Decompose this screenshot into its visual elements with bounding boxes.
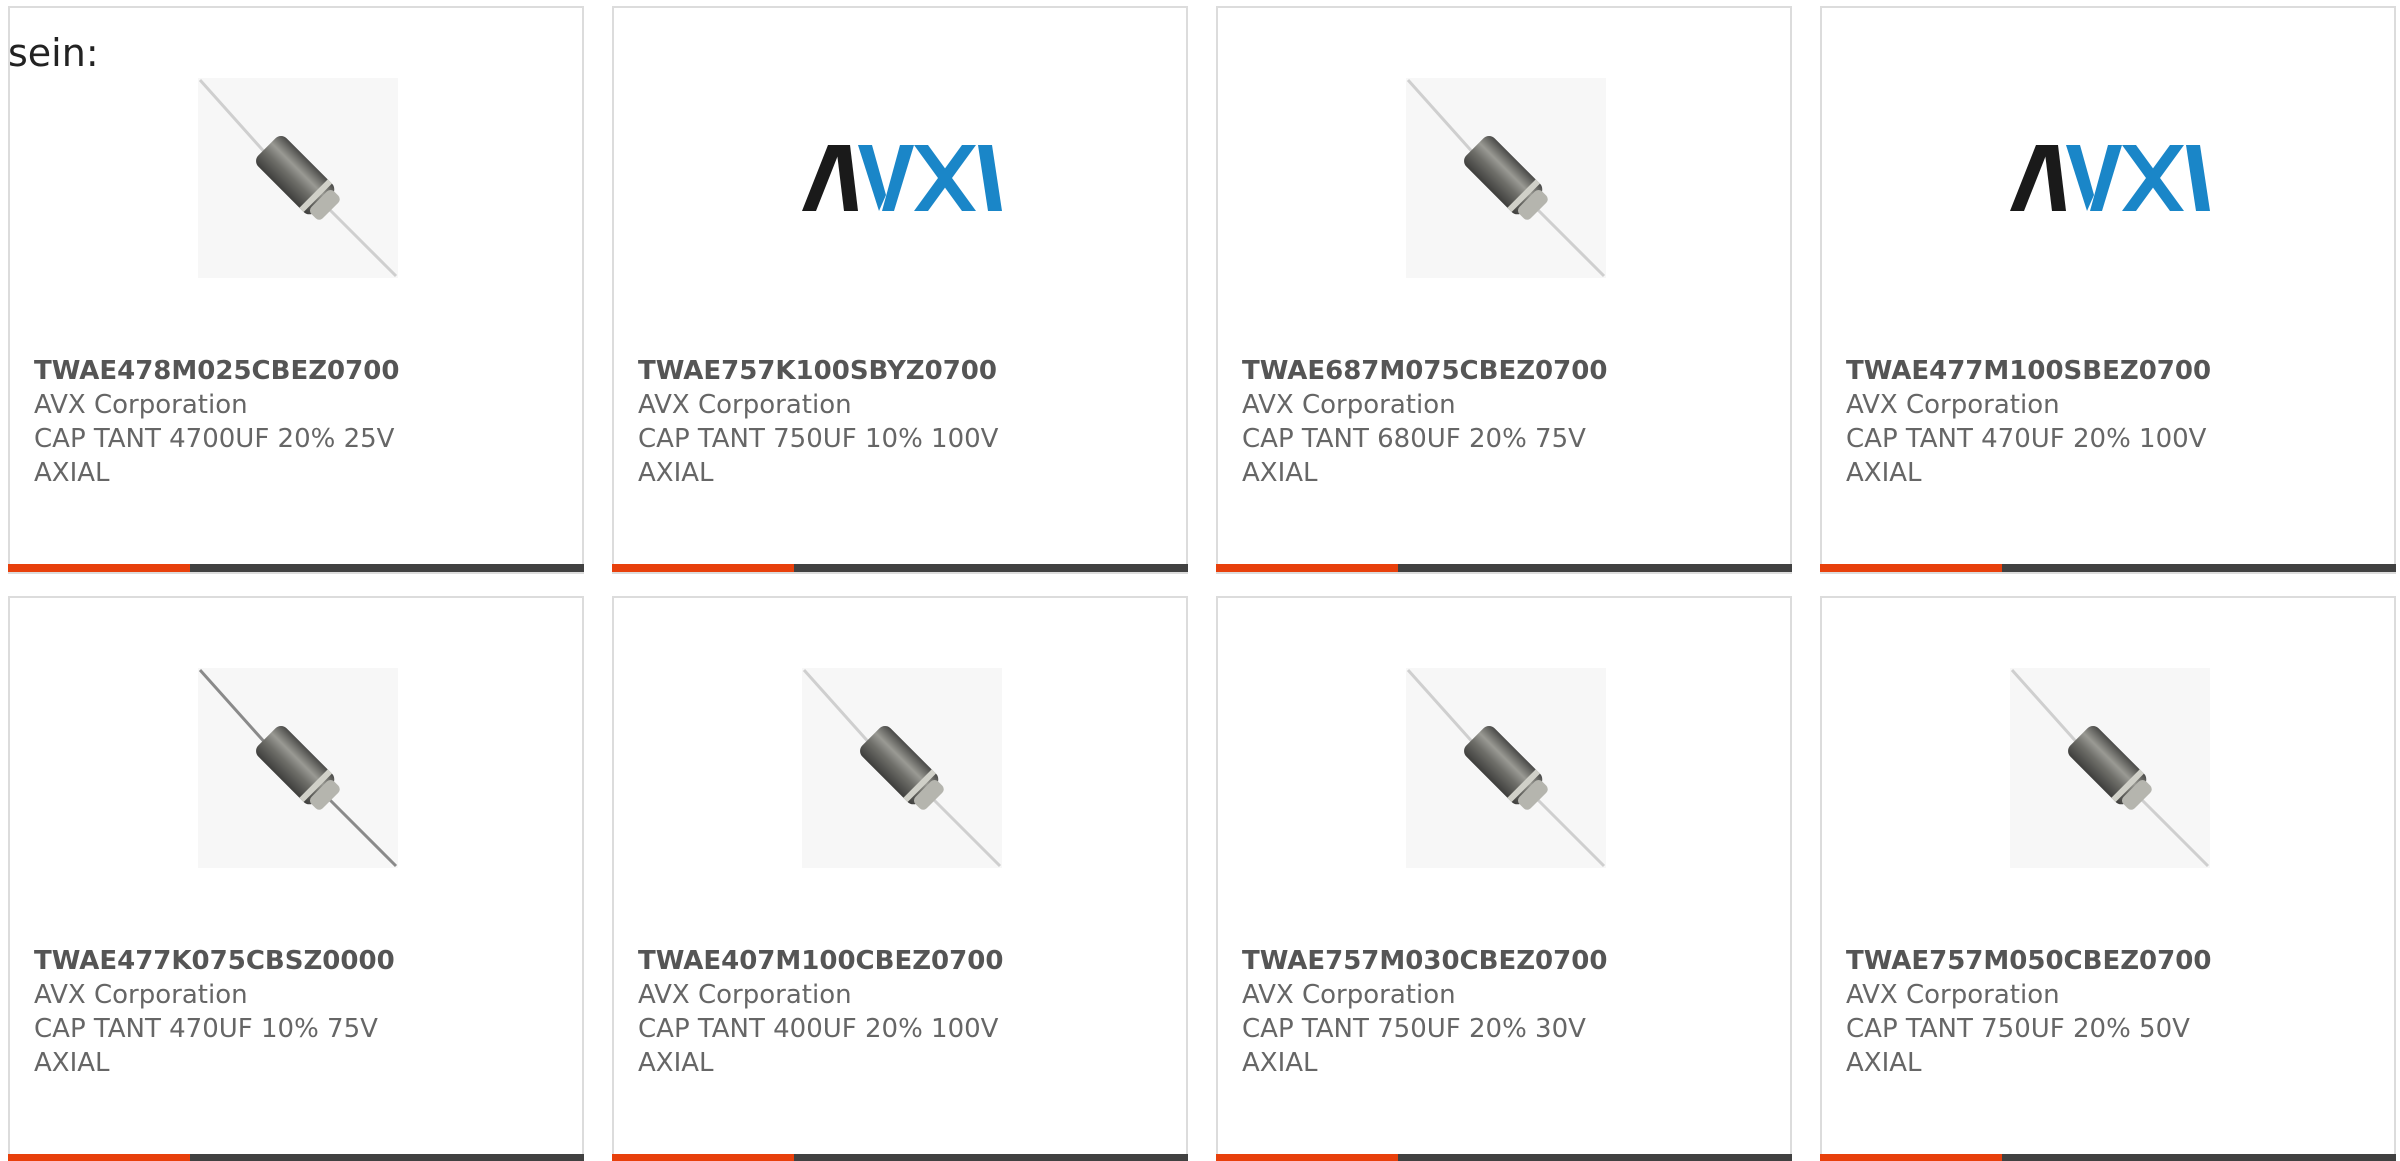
axial-capacitor-image [1406, 668, 1606, 868]
product-description: CAP TANT 470UF 10% 75V AXIAL [34, 1014, 378, 1078]
product-card[interactable]: TWAE478M025CBEZ0700 AVX Corporation CAP TA… [8, 6, 584, 574]
card-accent-stripe [1216, 1154, 1398, 1161]
product-info: TWAE757M030CBEZ0700 AVX Corporation CAP TA… [1242, 944, 1642, 1080]
manufacturer-name: AVX Corporation [638, 390, 852, 420]
card-footer-bar [1216, 1154, 1792, 1161]
product-image[interactable] [198, 668, 398, 868]
card-footer-bar [1820, 1154, 2396, 1161]
product-info: TWAE407M100CBEZ0700 AVX Corporation CAP TA… [638, 944, 1038, 1080]
product-image[interactable] [198, 78, 398, 278]
card-footer-bar [1820, 564, 2396, 572]
product-info: TWAE757M050CBEZ0700 AVX Corporation CAP TA… [1846, 944, 2246, 1080]
product-info: TWAE687M075CBEZ0700 AVX Corporation CAP TA… [1242, 354, 1642, 490]
product-description: CAP TANT 750UF 10% 100V AXIAL [638, 424, 999, 488]
product-description: CAP TANT 400UF 20% 100V AXIAL [638, 1014, 999, 1078]
axial-capacitor-image [198, 78, 398, 278]
card-footer-bar [8, 1154, 584, 1161]
product-image[interactable] [2010, 78, 2210, 278]
part-number-link[interactable]: TWAE757K100SBYZ0700 [638, 354, 1038, 388]
card-accent-stripe [612, 1154, 794, 1161]
product-description: CAP TANT 750UF 20% 50V AXIAL [1846, 1014, 2190, 1078]
product-card[interactable]: TWAE407M100CBEZ0700 AVX Corporation CAP TA… [612, 596, 1188, 1161]
avx-logo [2010, 145, 2210, 211]
manufacturer-name: AVX Corporation [1846, 980, 2060, 1010]
part-number-link[interactable]: TWAE477K075CBSZ0000 [34, 944, 434, 978]
part-number-link[interactable]: TWAE407M100CBEZ0700 [638, 944, 1038, 978]
card-accent-stripe [1820, 564, 2002, 572]
card-footer-bar [1216, 564, 1792, 572]
axial-capacitor-image [2010, 668, 2210, 868]
manufacturer-name: AVX Corporation [1242, 390, 1456, 420]
product-card[interactable]: TWAE687M075CBEZ0700 AVX Corporation CAP TA… [1216, 6, 1792, 574]
product-card[interactable]: TWAE757M030CBEZ0700 AVX Corporation CAP TA… [1216, 596, 1792, 1161]
manufacturer-name: AVX Corporation [1242, 980, 1456, 1010]
product-image[interactable] [802, 78, 1002, 278]
manufacturer-name: AVX Corporation [34, 980, 248, 1010]
intro-text: sein: [8, 31, 99, 75]
product-info: TWAE477M100SBEZ0700 AVX Corporation CAP TA… [1846, 354, 2246, 490]
part-number-link[interactable]: TWAE477M100SBEZ0700 [1846, 354, 2246, 388]
card-accent-stripe [1216, 564, 1398, 572]
product-card[interactable]: TWAE477M100SBEZ0700 AVX Corporation CAP TA… [1820, 6, 2396, 574]
product-description: CAP TANT 470UF 20% 100V AXIAL [1846, 424, 2207, 488]
axial-capacitor-image [802, 668, 1002, 868]
product-description: CAP TANT 4700UF 20% 25V AXIAL [34, 424, 395, 488]
product-description: CAP TANT 680UF 20% 75V AXIAL [1242, 424, 1586, 488]
product-card[interactable]: TWAE757M050CBEZ0700 AVX Corporation CAP TA… [1820, 596, 2396, 1161]
card-footer-bar [612, 564, 1188, 572]
product-image[interactable] [2010, 668, 2210, 868]
product-info: TWAE757K100SBYZ0700 AVX Corporation CAP TA… [638, 354, 1038, 490]
axial-capacitor-image [1406, 78, 1606, 278]
product-image[interactable] [1406, 78, 1606, 278]
part-number-link[interactable]: TWAE687M075CBEZ0700 [1242, 354, 1642, 388]
card-accent-stripe [8, 564, 190, 572]
part-number-link[interactable]: TWAE757M030CBEZ0700 [1242, 944, 1642, 978]
manufacturer-name: AVX Corporation [1846, 390, 2060, 420]
product-card[interactable]: TWAE477K075CBSZ0000 AVX Corporation CAP TA… [8, 596, 584, 1161]
manufacturer-name: AVX Corporation [638, 980, 852, 1010]
card-accent-stripe [1820, 1154, 2002, 1161]
part-number-link[interactable]: TWAE757M050CBEZ0700 [1846, 944, 2246, 978]
avx-logo [802, 145, 1002, 211]
card-accent-stripe [612, 564, 794, 572]
axial-capacitor-image [198, 668, 398, 868]
product-image[interactable] [1406, 668, 1606, 868]
product-card[interactable]: TWAE757K100SBYZ0700 AVX Corporation CAP TA… [612, 6, 1188, 574]
part-number-link[interactable]: TWAE478M025CBEZ0700 [34, 354, 434, 388]
card-footer-bar [612, 1154, 1188, 1161]
product-image[interactable] [802, 668, 1002, 868]
product-info: TWAE477K075CBSZ0000 AVX Corporation CAP TA… [34, 944, 434, 1080]
manufacturer-name: AVX Corporation [34, 390, 248, 420]
card-footer-bar [8, 564, 584, 572]
card-accent-stripe [8, 1154, 190, 1161]
product-info: TWAE478M025CBEZ0700 AVX Corporation CAP TA… [34, 354, 434, 490]
product-description: CAP TANT 750UF 20% 30V AXIAL [1242, 1014, 1586, 1078]
